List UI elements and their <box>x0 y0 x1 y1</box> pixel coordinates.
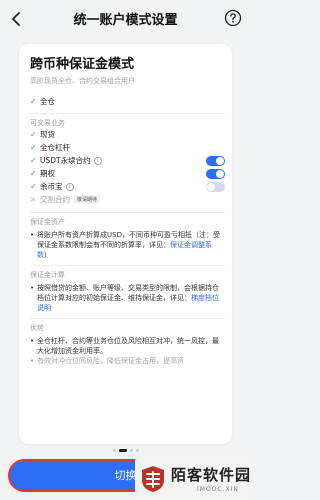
business-label: 现货 <box>40 130 55 139</box>
mode-subtitle: 高阶现货全仓、合约交易组合用户 <box>30 77 135 85</box>
advantage-text: 全仓杠杆、合约等业务仓位及风险相互对冲，统一风控，最大化增加资金利用率。 <box>37 337 219 355</box>
calc-section-label: 保证金计算 <box>30 271 65 279</box>
watermark: 陌客软件园 IMOOC.XIN <box>135 458 251 500</box>
x-icon: ✕ <box>30 195 36 204</box>
check-icon: ✓ <box>30 182 37 191</box>
business-label: 全仓杠杆 <box>40 143 70 152</box>
header-bar: 统一账户模式设置 <box>0 0 251 38</box>
business-row[interactable]: ✓ 期权 <box>30 167 225 180</box>
assets-tail: ） <box>44 251 51 259</box>
margin-mode-label: 全仓 <box>40 97 55 106</box>
logo-icon <box>142 466 164 492</box>
page-title: 统一账户模式设置 <box>73 13 178 28</box>
mode-title: 跨币种保证金模式 <box>30 57 135 72</box>
business-row[interactable]: ✓ 余币宝 i <box>30 180 225 193</box>
check-icon: ✓ <box>30 169 37 178</box>
mode-card: 跨币种保证金模式 高阶现货全仓、合约交易组合用户 ✓ 全仓 可交易业务 ✓ 现货 ✓… <box>19 44 232 444</box>
page-dot[interactable] <box>135 449 139 452</box>
business-label: 期权 <box>40 169 55 178</box>
business-label: 交割合约 <box>40 195 70 204</box>
toggle-knob <box>216 169 224 178</box>
toggle-switch[interactable] <box>206 155 225 166</box>
tradable-section-label: 可交易业务 <box>30 119 65 127</box>
check-icon: ✓ <box>30 97 37 106</box>
help-circle-icon[interactable] <box>224 9 242 27</box>
page-dot[interactable] <box>118 449 127 452</box>
advantage-description: • 全仓杠杆、合约等业务仓位及风险相互对冲，统一风控，最大化增加资金利用率。 <box>30 336 225 356</box>
page-indicator <box>0 449 251 452</box>
assets-section-label: 保证金资产 <box>30 218 65 226</box>
toggle-knob <box>216 156 224 165</box>
assets-description: • 将账户所有资产折算成USD，不同币种可盈亏相抵（注：受保证金系数限制会有不同… <box>30 231 220 259</box>
business-label: 余币宝 <box>40 182 63 191</box>
business-row: ✓ 全仓杠杆 <box>30 141 225 154</box>
check-icon: ✓ <box>30 143 37 152</box>
business-row-delivery: ✕ 交割合约 敬请期待 <box>30 193 225 206</box>
page-dot[interactable] <box>112 449 116 452</box>
business-label: USDT永续合约 <box>40 156 91 165</box>
watermark-sub: IMOOC.XIN <box>197 486 239 493</box>
toggle-knob <box>207 182 215 191</box>
info-icon[interactable]: i <box>93 156 102 165</box>
toggle-switch[interactable] <box>206 168 225 179</box>
margin-mode-cross: ✓ 全仓 <box>30 95 225 108</box>
check-icon: ✓ <box>30 156 37 165</box>
business-row[interactable]: ✓ USDT永续合约 i <box>30 154 225 167</box>
toggle-switch[interactable] <box>206 181 225 192</box>
advantage-section-label: 优势 <box>30 324 44 332</box>
calc-description: • 按照借贷的金额、账户等级、交易类型的限制，会根据持仓档位计算对应的初始保证金… <box>30 284 219 312</box>
business-list: ✓ 现货 ✓ 全仓杠杆 ✓ USDT永续合约 i ✓ 期权 ✓ 余币宝 i <box>30 128 225 193</box>
advantage-text-2: 有效对冲仓位间风险，降低保证金占用，提高资 <box>37 357 184 365</box>
info-icon[interactable]: i <box>65 182 74 191</box>
business-row: ✓ 现货 <box>30 128 225 141</box>
watermark-text: 陌客软件园 <box>171 466 252 484</box>
check-icon: ✓ <box>30 130 37 139</box>
advantage-description-2: • 有效对冲仓位间风险，降低保证金占用，提高资 <box>30 357 184 365</box>
page-dot[interactable] <box>129 449 133 452</box>
coming-soon-badge: 敬请期待 <box>74 195 101 204</box>
